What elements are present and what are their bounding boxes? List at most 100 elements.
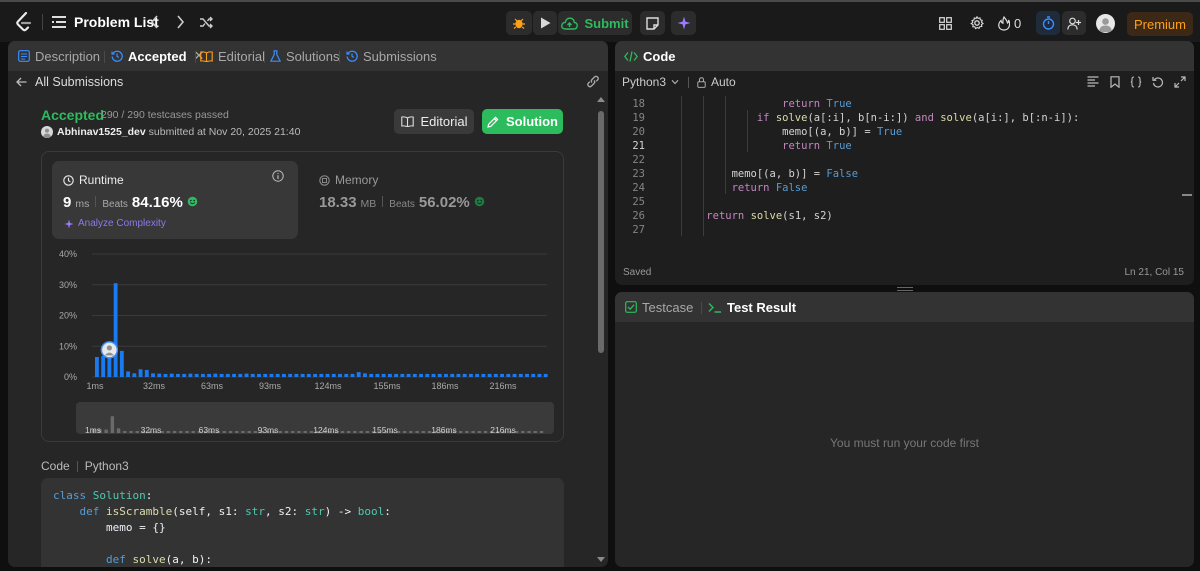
histogram-bar [176, 373, 180, 377]
overview-tick-label: 216ms [490, 425, 516, 434]
tab-editorial[interactable]: Editorial [200, 41, 265, 71]
runtime-distribution-chart[interactable]: 40% 30% 20% 10% 0% 1ms 32ms 63ms 93ms 124ms 155ms 1… [42, 242, 563, 392]
editorial-button[interactable]: Editorial [394, 109, 474, 134]
ai-assistant-button[interactable] [671, 11, 696, 35]
tab-divider [339, 51, 340, 63]
format-button[interactable] [1087, 76, 1099, 87]
layout-button[interactable] [936, 14, 954, 32]
overview-tick-label: 32ms [141, 425, 162, 434]
chevron-right-icon [176, 15, 185, 29]
scrollbar-track[interactable] [597, 97, 605, 563]
overview-bar [129, 431, 133, 433]
username[interactable]: Abhinav1525_dev [57, 126, 146, 138]
user-icon [41, 126, 53, 138]
prev-problem-button[interactable] [144, 12, 164, 32]
notes-button[interactable] [640, 11, 665, 35]
editor-line[interactable]: 24 return False [615, 181, 1175, 195]
tab-code[interactable]: Code [624, 41, 676, 71]
invite-button[interactable] [1062, 11, 1086, 35]
memory-header: Memory [319, 173, 378, 187]
range-overview-chart[interactable]: 1ms 32ms 63ms 93ms 124ms 155ms 186ms 216ms [76, 402, 554, 434]
memory-box[interactable]: Memory 18.33 MB Beats 56.02% [308, 161, 538, 239]
x-tick-label: 124ms [314, 381, 342, 391]
avatar[interactable] [1096, 14, 1115, 33]
premium-button[interactable]: Premium [1127, 12, 1193, 36]
editor-line[interactable]: 18 return True [615, 97, 1175, 111]
align-left-icon [1087, 76, 1099, 87]
fullscreen-button[interactable] [1174, 76, 1186, 88]
copy-link-button[interactable] [586, 75, 600, 89]
streak-counter[interactable]: 0 [998, 14, 1021, 32]
editor-line[interactable]: 22 [615, 153, 1175, 167]
submitted-code-block[interactable]: class Solution: def isScramble(self, s1:… [41, 478, 564, 567]
histogram-bar [325, 373, 330, 377]
settings-button[interactable] [968, 14, 986, 32]
braces-button[interactable] [1130, 76, 1142, 88]
random-problem-button[interactable] [196, 12, 216, 32]
submit-button[interactable]: Submit [558, 11, 632, 35]
solution-button[interactable]: Solution [482, 109, 563, 134]
bookmark-button[interactable] [1110, 76, 1120, 88]
book-icon [200, 50, 213, 62]
editor-line[interactable]: 25 [615, 195, 1175, 209]
runtime-info-icon[interactable] [272, 170, 284, 182]
code-editor[interactable]: 18 return True 19 if solve(a[:i], b[n-i:]… [615, 96, 1194, 246]
analyze-complexity-link[interactable]: Analyze Complexity [64, 218, 166, 229]
overview-bar [135, 431, 139, 433]
scrollbar-thumb[interactable] [598, 111, 604, 353]
tab-description[interactable]: Description [18, 41, 100, 71]
next-problem-button[interactable] [170, 12, 190, 32]
histogram-bar [462, 373, 467, 377]
line-number: 24 [632, 182, 645, 194]
memory-values: 18.33 MB Beats 56.02% [319, 194, 485, 211]
timer-button[interactable] [1036, 11, 1060, 35]
histogram-bar [518, 373, 523, 377]
mode-selector[interactable]: Auto [688, 75, 736, 89]
tab-description-label: Description [35, 48, 101, 64]
expand-icon [1174, 76, 1186, 88]
editor-line[interactable]: 26 return solve(s1, s2) [615, 209, 1175, 223]
histogram-bar [113, 283, 118, 377]
back-to-submissions-link[interactable]: All Submissions [16, 75, 123, 89]
overview-bar [365, 431, 370, 433]
user-icon [1096, 14, 1115, 33]
histogram-bar [188, 373, 193, 377]
overview-bar [458, 431, 463, 433]
editor-line[interactable]: 23 memo[(a, b)] = False [615, 167, 1175, 181]
histogram-bar [257, 373, 261, 377]
problem-list-link[interactable]: Problem List [52, 10, 159, 34]
editor-line[interactable]: 20 memo[(a, b)] = True [615, 125, 1175, 139]
leetcode-logo-icon[interactable] [14, 12, 34, 32]
tab-testcase[interactable]: Testcase [625, 292, 693, 322]
scroll-down-arrow[interactable] [597, 557, 605, 562]
tab-editorial-label: Editorial [218, 48, 265, 64]
tab-test-result[interactable]: Test Result [708, 292, 796, 322]
line-number: 23 [632, 168, 645, 180]
tab-accepted[interactable]: Accepted ✕ [111, 41, 204, 71]
run-button[interactable] [533, 11, 557, 35]
x-tick-label: 93ms [259, 381, 282, 391]
runtime-box[interactable]: Runtime 9 ms Beats 84.16% Analyze Comple… [52, 161, 298, 239]
pane-resize-handle[interactable] [897, 287, 913, 291]
overview-bar [409, 431, 413, 433]
arrow-left-icon [16, 77, 27, 87]
editor-line[interactable]: 21 return True [615, 139, 1175, 153]
tab-solutions[interactable]: Solutions [270, 41, 339, 71]
braces-icon [1130, 76, 1142, 88]
editor-line[interactable]: 19 if solve(a[:i], b[n-i:]) and solve(a[… [615, 111, 1175, 125]
overview-bar [303, 431, 307, 433]
histogram-bar [331, 373, 336, 377]
test-result-pane: Testcase Test Result You must run your c… [615, 292, 1194, 567]
language-selector[interactable]: Python3 [622, 75, 679, 89]
overview-bar [222, 431, 227, 433]
editor-line[interactable]: 27 [615, 223, 1175, 237]
left-pane-tabs: Description Accepted ✕ Editorial Solutio… [8, 41, 608, 71]
line-number: 20 [632, 126, 645, 138]
histogram-bar [344, 373, 349, 377]
tab-submissions[interactable]: Submissions [346, 41, 437, 71]
scroll-up-arrow[interactable] [597, 97, 605, 102]
overview-tick-label: 186ms [431, 425, 457, 434]
debug-button[interactable] [506, 11, 532, 35]
reset-code-button[interactable] [1152, 76, 1164, 88]
histogram-bar [244, 373, 249, 377]
